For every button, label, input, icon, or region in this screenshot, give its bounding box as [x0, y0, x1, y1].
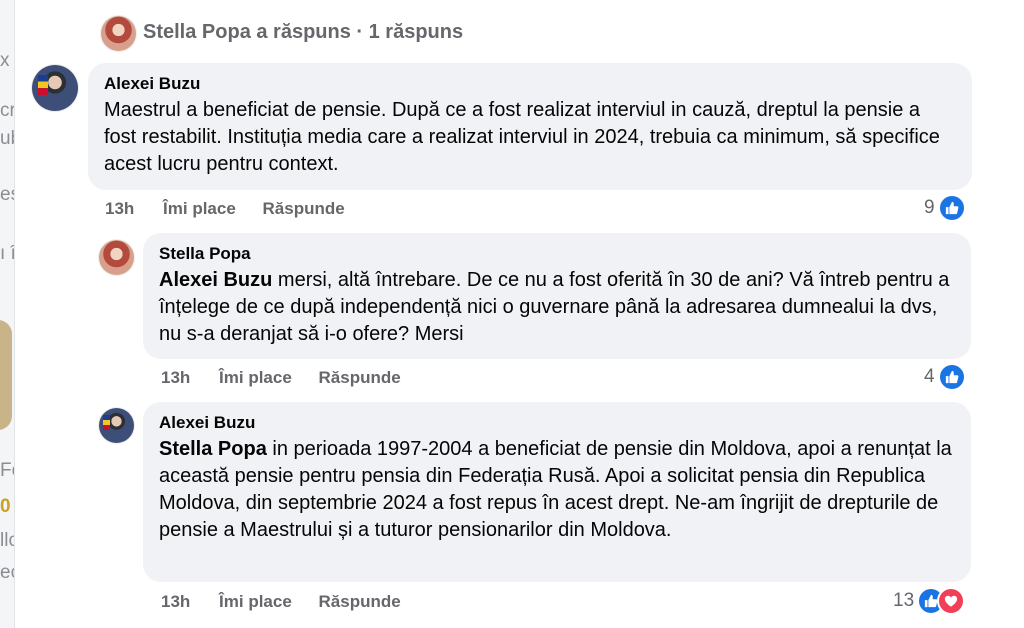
- sidebar-fragment: eș: [0, 184, 14, 205]
- reply-button[interactable]: Răspunde: [319, 368, 401, 387]
- comment-text: Maestrul a beneficiat de pensie. După ce…: [104, 99, 940, 175]
- reaction-count: 4: [924, 366, 935, 387]
- avatar[interactable]: [99, 408, 134, 443]
- reply-button[interactable]: Răspunde: [319, 592, 401, 611]
- comment-timestamp[interactable]: 13h: [105, 199, 134, 218]
- sidebar-fragment: x: [0, 50, 10, 71]
- comment-author[interactable]: Stella Popa: [159, 244, 955, 264]
- comment-timestamp[interactable]: 13h: [161, 592, 190, 611]
- reaction-count: 13: [893, 590, 915, 611]
- mention-link[interactable]: Stella Popa: [159, 438, 267, 460]
- reply-button[interactable]: Răspunde: [263, 199, 345, 218]
- reaction-summary[interactable]: 13: [893, 587, 966, 615]
- like-button[interactable]: Îmi place: [219, 592, 292, 611]
- mention-link[interactable]: Alexei Buzu: [159, 269, 272, 291]
- comment-body: mersi, altă întrebare. De ce nu a fost o…: [159, 269, 950, 345]
- reaction-summary[interactable]: 9: [924, 194, 966, 222]
- sidebar-thumbnail: [0, 320, 12, 430]
- like-button[interactable]: Îmi place: [219, 368, 292, 387]
- comment-bubble: Alexei Buzu Stella Popa in perioada 1997…: [143, 402, 971, 582]
- like-button[interactable]: Îmi place: [163, 199, 236, 218]
- sidebar-fragment: ecți: [0, 562, 14, 583]
- avatar[interactable]: [99, 240, 134, 275]
- comment-bubble: Alexei Buzu Maestrul a beneficiat de pen…: [88, 63, 972, 190]
- left-sidebar-edge: x cr ub eș ı î Fo 0 llo ecți: [0, 0, 15, 628]
- sidebar-fragment: Fo: [0, 460, 14, 481]
- sidebar-fragment: cr: [0, 100, 15, 121]
- sidebar-fragment: ı î: [0, 243, 15, 264]
- comment-actions: 13h Îmi place Răspunde: [105, 199, 367, 219]
- avatar[interactable]: [32, 65, 78, 111]
- comment-text: Stella Popa in perioada 1997-2004 a bene…: [159, 436, 955, 544]
- flag-icon: [38, 75, 48, 95]
- sidebar-fragment: ub: [0, 128, 14, 149]
- comment-text: Alexei Buzu mersi, altă întrebare. De ce…: [159, 267, 955, 348]
- flag-icon: [103, 415, 110, 430]
- heart-icon: [937, 587, 966, 615]
- avatar[interactable]: [101, 16, 136, 51]
- reaction-summary[interactable]: 4: [924, 363, 966, 391]
- thumbs-up-icon: [937, 363, 966, 391]
- comment-author[interactable]: Alexei Buzu: [104, 74, 956, 94]
- comment-timestamp[interactable]: 13h: [161, 368, 190, 387]
- reaction-count: 9: [924, 197, 935, 218]
- thumbs-up-icon: [937, 194, 966, 222]
- sidebar-fragment: llo: [0, 530, 14, 551]
- sidebar-fragment: 0: [0, 496, 11, 517]
- comment-author[interactable]: Alexei Buzu: [159, 413, 955, 433]
- replies-summary-link[interactable]: Stella Popa a răspuns · 1 răspuns: [143, 21, 463, 44]
- comment-body: in perioada 1997-2004 a beneficiat de pe…: [159, 438, 952, 541]
- comment-actions: 13h Îmi place Răspunde: [161, 592, 423, 612]
- comment-actions: 13h Îmi place Răspunde: [161, 368, 423, 388]
- comment-bubble: Stella Popa Alexei Buzu mersi, altă într…: [143, 233, 971, 359]
